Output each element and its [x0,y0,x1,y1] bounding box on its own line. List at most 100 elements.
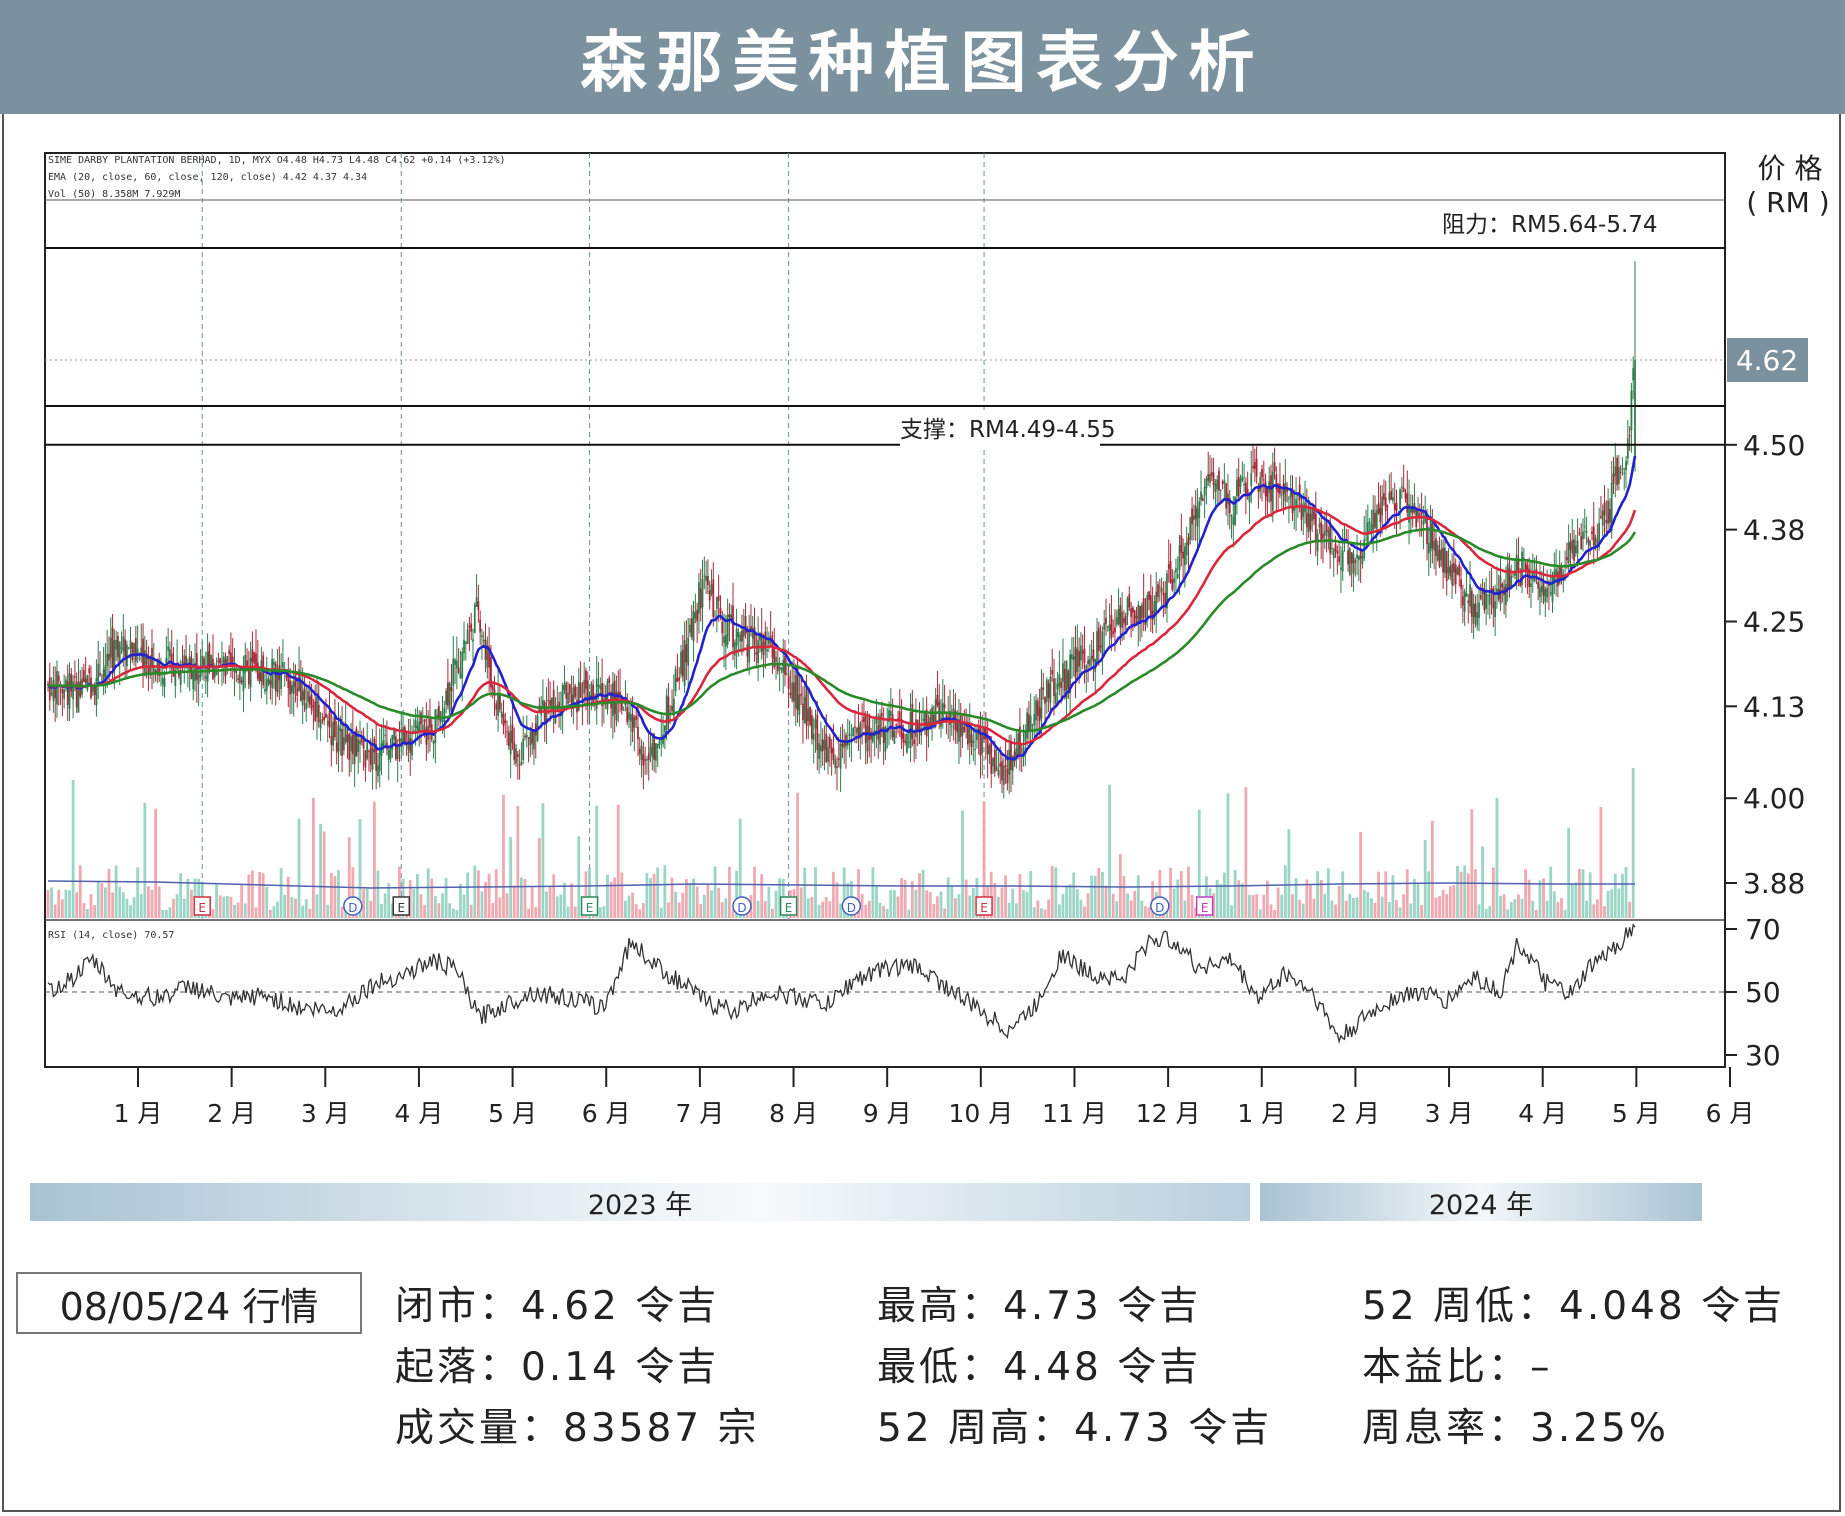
candle-body [1237,476,1240,497]
volume-bar [1395,900,1398,918]
candle-body [814,719,817,729]
candle-body [1383,493,1385,500]
candle-body [364,750,367,768]
candle-body [183,655,186,665]
volume-bar [512,885,516,918]
candle-body [1402,487,1405,493]
volume-bar [1398,907,1402,918]
candle-body [1449,565,1452,577]
candle-body [161,678,164,685]
candle-body [1236,479,1238,497]
candle-body [1494,601,1497,618]
candle-body [1002,765,1005,785]
candle-body [82,670,85,682]
volume-bar [939,891,943,918]
candle-body [732,605,734,648]
candle-body [475,597,478,608]
candle-body [238,671,241,684]
candle-body [308,696,311,705]
volume-bar [1276,887,1280,918]
event-marker-letter: E [1201,901,1209,915]
candle-body [1214,483,1217,492]
candle-body [1221,481,1224,485]
candle-body [70,674,73,692]
candle-body [755,651,758,655]
candle-body [1130,608,1133,617]
volume-bar [1402,894,1406,918]
candle-body [1117,608,1120,625]
candle-body [1377,503,1380,514]
volume-bar [290,896,294,918]
candle-body [803,696,806,724]
candle-body [118,641,121,662]
volume-bar [1488,906,1492,918]
candle-body [1379,507,1382,523]
candle-body [717,595,720,601]
candle-body [1262,479,1265,481]
candle-body [762,641,765,655]
volume-bar [1574,882,1578,918]
candle-body [1160,588,1163,593]
volume-bar [1438,896,1441,918]
candle-body [683,640,686,686]
candle-body [674,668,677,692]
volume-bar [598,907,602,918]
candle-body [1187,537,1190,546]
candle-body [294,674,297,688]
candle-body [1185,542,1188,556]
volume-bar [1588,872,1592,918]
year-label-2023: 2023 年 [587,1189,693,1221]
volume-bar [957,894,961,918]
volume-bar [552,874,556,918]
volume-bar [728,866,731,918]
candle-body [1327,530,1330,537]
candle-body [1592,526,1595,546]
candle-body [1608,508,1611,523]
volume-bar [1409,903,1413,918]
month-label: 3 月 [301,1099,350,1128]
candle-body [834,759,837,768]
candle-body [692,611,695,642]
candle-body [1338,556,1341,563]
candle-body [120,647,123,649]
candle-body [1318,524,1321,528]
candle-body [1616,457,1618,486]
candle-body [1628,435,1631,437]
month-label: 7 月 [675,1099,724,1128]
candle-body [715,597,718,609]
volume-bar [609,881,613,918]
volume-bar [616,804,620,918]
candle-body [86,675,89,690]
candle-body [1431,522,1434,549]
candle-body [1625,460,1627,471]
candle-body [1347,550,1349,565]
month-label: 5 月 [488,1099,537,1128]
candle-body [656,743,659,749]
candle-body [316,696,318,718]
volume-bar [566,906,570,918]
candle-body [418,721,421,731]
candle-body [516,753,519,757]
candle-body [106,653,109,667]
candle-body [204,675,207,679]
candle-body [1087,660,1089,664]
candle-body [823,739,826,750]
candle-body [1479,594,1482,600]
volume-bar [168,907,172,918]
candle-body [1472,603,1475,624]
candle-body [866,725,869,752]
candle-body [891,714,894,738]
volume-bar [1283,865,1287,918]
candle-body [497,692,499,716]
volume-bar [631,892,634,918]
volume-bar [1534,909,1538,918]
volume-bar [1255,894,1259,918]
candle-body [1110,614,1113,639]
candle-body [572,687,575,703]
candle-body [134,638,137,662]
volume-bar [1262,894,1266,918]
volume-bar [1108,784,1111,918]
candle-body [967,727,969,745]
candle-body [1585,530,1588,533]
candle-body [1124,615,1127,626]
